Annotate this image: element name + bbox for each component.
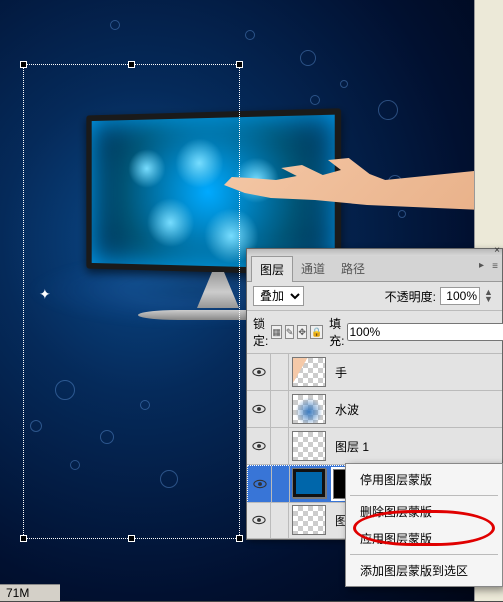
opacity-stepper[interactable]: ▲▼	[484, 289, 496, 303]
visibility-eye-icon[interactable]	[247, 391, 271, 427]
tab-paths[interactable]: 路径	[333, 256, 373, 281]
status-bar: 71M	[0, 584, 60, 601]
lock-transparency-icon[interactable]: ▦	[271, 325, 282, 339]
blend-mode-select[interactable]: 叠加	[253, 286, 304, 306]
transform-bounds[interactable]	[23, 64, 240, 539]
link-column[interactable]	[271, 354, 289, 390]
transform-handle-s[interactable]	[128, 535, 135, 542]
link-column[interactable]	[271, 502, 289, 538]
lock-row: 锁定: ▦ ✎ ✥ 🔒 填充: ▲▼	[247, 311, 502, 354]
lock-label: 锁定:	[253, 315, 268, 349]
link-column[interactable]	[272, 466, 290, 502]
panel-header[interactable]: ×	[247, 249, 502, 256]
tab-layers[interactable]: 图层	[251, 256, 293, 282]
context-menu-item[interactable]: 应用图层蒙版	[346, 525, 502, 552]
transform-handle-se[interactable]	[236, 535, 243, 542]
fill-input[interactable]	[347, 323, 503, 341]
link-column[interactable]	[271, 428, 289, 464]
context-menu-item[interactable]: 停用图层蒙版	[346, 466, 502, 493]
arrow-icon[interactable]: ▸	[479, 260, 484, 271]
menu-separator	[350, 554, 498, 555]
bubble	[310, 95, 320, 105]
layer-name[interactable]: 水波	[329, 401, 502, 418]
layer-thumbnail[interactable]	[292, 468, 326, 498]
transform-handle-sw[interactable]	[20, 535, 27, 542]
bubble	[245, 30, 255, 40]
bubble	[398, 210, 406, 218]
menu-separator	[350, 495, 498, 496]
link-column[interactable]	[271, 391, 289, 427]
status-doc-size: 71M	[6, 586, 29, 600]
layer-row[interactable]: 水波	[247, 391, 502, 428]
tab-channels[interactable]: 通道	[293, 256, 333, 281]
lock-pixels-icon[interactable]: ✎	[285, 325, 295, 339]
layer-thumbnail[interactable]	[292, 505, 326, 535]
layer-thumbnail[interactable]	[292, 357, 326, 387]
panel-tabs: 图层 通道 路径 ▸ ≡	[247, 256, 502, 282]
context-menu-item[interactable]: 删除图层蒙版	[346, 498, 502, 525]
panel-menu-icon[interactable]: ≡	[492, 261, 498, 272]
bubble	[340, 80, 348, 88]
layer-thumbnail[interactable]	[292, 431, 326, 461]
lock-position-icon[interactable]: ✥	[297, 325, 307, 339]
visibility-eye-icon[interactable]	[247, 428, 271, 464]
layer-row[interactable]: 图层 1	[247, 428, 502, 465]
bubble	[378, 100, 398, 120]
bubble	[110, 20, 120, 30]
layer-row[interactable]: 手	[247, 354, 502, 391]
layer-options-row: 叠加 不透明度: ▲▼	[247, 282, 502, 311]
lock-all-icon[interactable]: 🔒	[310, 325, 323, 339]
fill-label: 填充:	[329, 315, 344, 349]
visibility-eye-icon[interactable]	[247, 502, 271, 538]
bubble	[300, 50, 316, 66]
layer-name[interactable]: 图层 1	[329, 438, 502, 455]
context-menu-item[interactable]: 添加图层蒙版到选区	[346, 557, 502, 584]
transform-handle-ne[interactable]	[236, 61, 243, 68]
close-icon[interactable]: ×	[494, 245, 500, 256]
transform-handle-nw[interactable]	[20, 61, 27, 68]
anchor-point-icon[interactable]: ✦	[39, 286, 51, 303]
layer-thumbnail[interactable]	[292, 394, 326, 424]
layer-name[interactable]: 手	[329, 364, 502, 381]
layer-mask-context-menu: 停用图层蒙版删除图层蒙版应用图层蒙版添加图层蒙版到选区	[345, 463, 503, 587]
visibility-eye-icon[interactable]	[247, 354, 271, 390]
opacity-input[interactable]	[440, 287, 480, 305]
visibility-eye-icon[interactable]	[248, 466, 272, 502]
opacity-label: 不透明度:	[385, 288, 436, 305]
transform-handle-n[interactable]	[128, 61, 135, 68]
